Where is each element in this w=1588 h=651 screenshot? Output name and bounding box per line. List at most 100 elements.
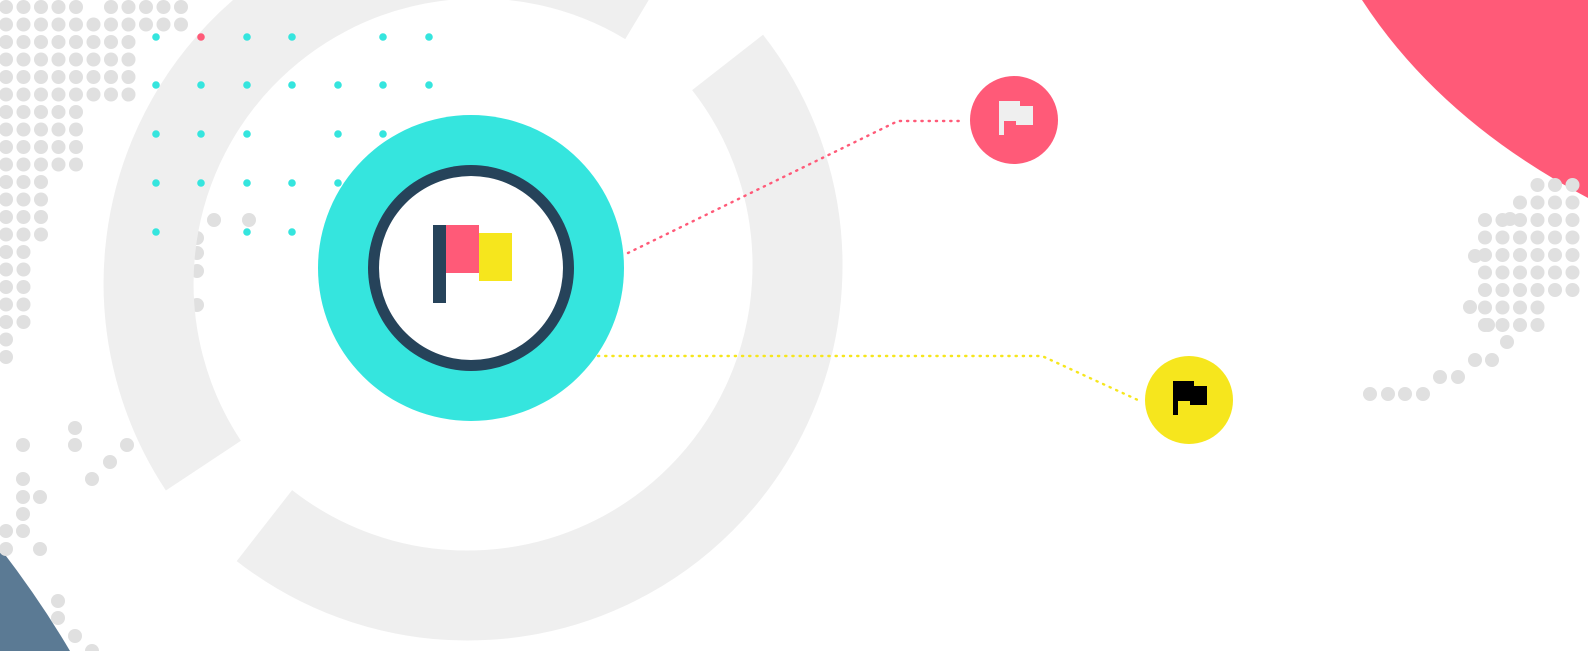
grid-dot	[243, 179, 251, 187]
grid-dot	[197, 179, 205, 187]
map-dot	[1548, 213, 1562, 227]
map-dot	[16, 210, 31, 224]
map-dot	[1513, 265, 1527, 280]
map-dot	[121, 35, 136, 49]
map-dot	[51, 157, 66, 172]
map-dot	[0, 122, 13, 137]
map-dot	[34, 105, 48, 119]
map-dot	[16, 438, 30, 452]
map-dot	[34, 70, 48, 84]
map-dot	[174, 0, 188, 14]
map-dot	[16, 472, 30, 486]
map-dot	[1565, 178, 1580, 192]
map-dot	[34, 87, 48, 102]
map-dot	[103, 455, 117, 469]
map-dot	[51, 105, 66, 119]
map-dot	[51, 35, 66, 49]
map-dot	[0, 210, 13, 224]
map-dot	[34, 0, 48, 14]
yellow-connector-line	[596, 354, 1142, 403]
map-dot	[139, 17, 153, 32]
map-dot	[34, 192, 48, 207]
map-dot	[34, 35, 48, 49]
map-dot	[16, 105, 31, 119]
map-dot	[1530, 248, 1545, 262]
grid-dot	[379, 81, 387, 89]
map-dot	[121, 52, 136, 67]
map-dot	[1530, 195, 1545, 210]
map-dot	[1478, 230, 1492, 245]
map-dot	[0, 542, 13, 556]
map-dot	[139, 0, 153, 14]
map-dot	[86, 17, 101, 32]
map-dot	[69, 0, 83, 14]
map-dot	[0, 87, 13, 102]
grid-dot	[152, 33, 160, 41]
map-dot	[16, 490, 30, 504]
map-dot	[1381, 387, 1395, 401]
grid-dot	[243, 130, 251, 138]
map-dot	[34, 140, 48, 154]
map-dot	[104, 52, 118, 67]
map-dot	[34, 52, 48, 67]
map-dot	[1548, 283, 1562, 297]
map-dot	[16, 280, 31, 294]
map-dot	[1548, 265, 1562, 280]
map-dot	[0, 332, 13, 347]
map-dot	[16, 0, 31, 14]
map-dot	[174, 17, 188, 32]
map-dot	[1548, 178, 1562, 192]
grid-dot	[288, 81, 296, 89]
grid-dot	[243, 81, 251, 89]
map-dot	[121, 87, 136, 102]
map-dot	[16, 70, 31, 84]
world-map-dots-right	[1363, 178, 1580, 401]
map-dot	[121, 0, 136, 14]
grid-dot	[425, 81, 433, 89]
map-dot	[1565, 283, 1580, 297]
map-dot	[34, 175, 48, 189]
map-dot	[1468, 249, 1482, 263]
map-dot	[16, 507, 30, 521]
map-dot	[68, 421, 82, 435]
pink-corner-shape	[1362, 0, 1588, 198]
map-dot	[1530, 283, 1545, 297]
map-dot	[68, 629, 82, 643]
map-dot	[1495, 248, 1510, 262]
grid-dot	[425, 33, 433, 41]
map-dot	[0, 157, 13, 172]
map-dot	[1451, 370, 1465, 384]
map-dot	[69, 105, 83, 119]
map-dot	[1463, 300, 1477, 314]
map-dot	[85, 644, 99, 651]
map-dot	[33, 490, 47, 504]
map-dot	[69, 35, 83, 49]
map-dot	[1548, 248, 1562, 262]
map-dot	[120, 438, 134, 452]
map-dot	[34, 157, 48, 172]
map-dot	[1495, 300, 1510, 315]
map-dot	[68, 438, 82, 452]
map-dot	[1513, 300, 1527, 315]
map-dot	[1495, 318, 1510, 332]
map-dot	[34, 122, 48, 137]
grid-dot	[197, 33, 205, 41]
map-dot	[86, 70, 101, 84]
map-dot	[16, 227, 31, 242]
map-dot	[1530, 178, 1545, 192]
map-dot	[0, 297, 13, 312]
map-dot	[51, 52, 66, 67]
grid-dot	[243, 33, 251, 41]
map-dot	[0, 0, 13, 14]
map-dot	[1530, 230, 1545, 245]
map-dot	[51, 17, 66, 32]
map-dot	[0, 105, 13, 119]
grid-dot	[152, 179, 160, 187]
map-dot	[0, 17, 13, 32]
map-dot	[16, 262, 31, 277]
map-dot	[51, 611, 65, 625]
map-dot	[1565, 230, 1580, 245]
map-dot	[51, 70, 66, 84]
map-dot	[16, 157, 31, 172]
map-dot	[207, 213, 221, 227]
